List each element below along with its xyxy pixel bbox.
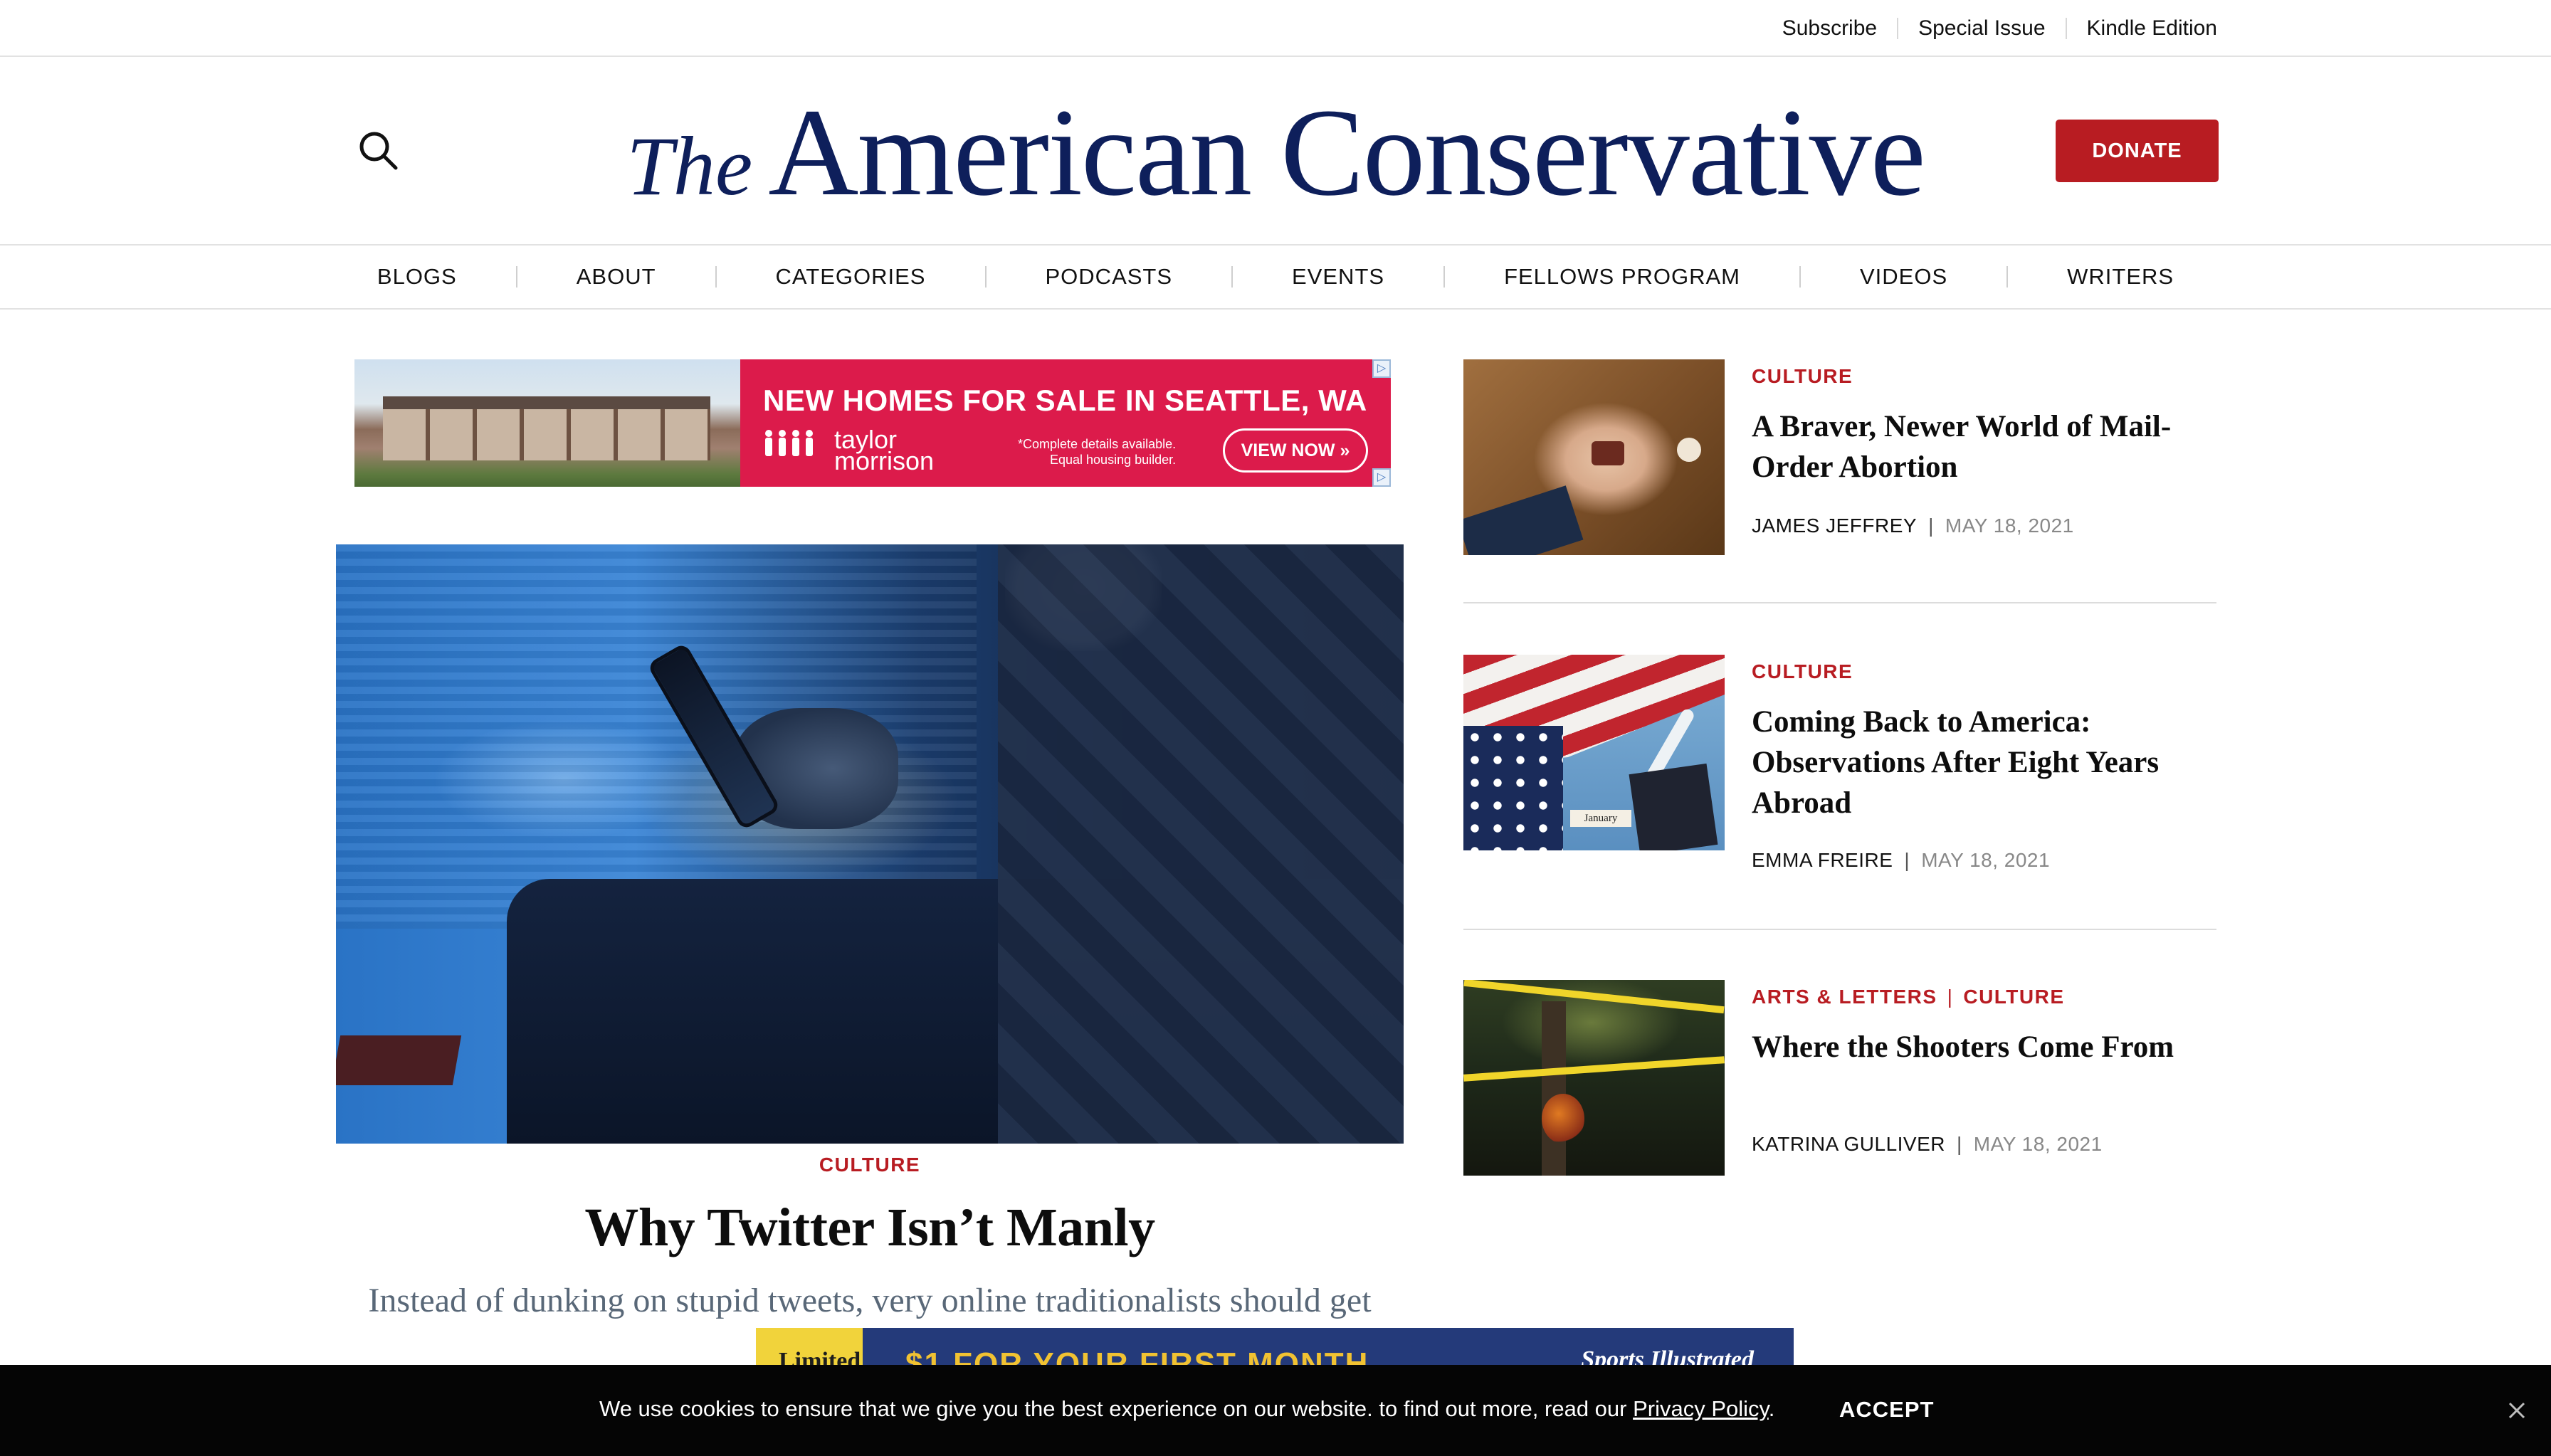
story-date: MAY 18, 2021 [1945,515,2074,537]
thumb-police-tape [1463,1056,1725,1082]
cookie-message-text: We use cookies to ensure that we give yo… [599,1396,1634,1421]
cookie-message: We use cookies to ensure that we give yo… [599,1396,1774,1422]
sidebar-story: January CULTURE Coming Back to America: … [1463,655,2216,871]
story-title[interactable]: Coming Back to America: Observations Aft… [1752,702,2214,823]
ad-headline: NEW HOMES FOR SALE IN SEATTLE, WA [763,384,1367,417]
main-nav: BLOGS ABOUT CATEGORIES PODCASTS EVENTS F… [0,244,2551,310]
taylor-morrison-logo-icon [763,429,819,460]
ad-fine-print-line1: *Complete details available. [1018,437,1177,451]
ad-house-image [354,359,740,487]
story-category: CULTURE [1752,365,1853,388]
feature-title[interactable]: Why Twitter Isn’t Manly [336,1197,1404,1259]
thumb-passport [1629,763,1718,850]
meta-separator: | [1957,1133,1962,1155]
feature-image-person [998,544,1404,1144]
ad-choices-icon[interactable]: ▷ [1372,359,1391,378]
nav-item-writers[interactable]: WRITERS [2006,265,2233,287]
feature-image[interactable] [336,544,1404,1144]
story-author[interactable]: JAMES JEFFREY [1752,515,1917,537]
story-divider [1463,602,2216,603]
accept-cookies-button[interactable]: ACCEPT [1839,1393,1934,1426]
thumb-pill-pack [1592,441,1624,465]
thumb-sleeve [1463,485,1584,555]
ad-copy: NEW HOMES FOR SALE IN SEATTLE, WA taylor… [740,359,1391,487]
nav-item-blogs[interactable]: BLOGS [318,265,516,287]
story-category-link[interactable]: CULTURE [1752,365,1853,387]
ad-brand-text: taylor morrison [834,427,935,475]
nav-item-fellows-program[interactable]: FELLOWS PROGRAM [1443,265,1799,287]
feature-category[interactable]: CULTURE [336,1154,1404,1176]
story-author[interactable]: KATRINA GULLIVER [1752,1133,1945,1155]
category-separator: | [1947,986,1954,1008]
kindle-edition-link[interactable]: Kindle Edition [2065,18,2217,39]
subscribe-link[interactable]: Subscribe [1762,18,1897,39]
story-date: MAY 18, 2021 [1921,849,2051,871]
story-thumbnail[interactable]: January [1463,655,1725,850]
utility-bar: Subscribe Special Issue Kindle Edition [0,0,2551,57]
story-thumbnail[interactable] [1463,980,1725,1176]
thumb-flowers [1542,1094,1584,1144]
feature-image-book [336,1035,462,1085]
thumb-police-tape [1463,980,1725,1014]
logo-prefix: The [626,120,753,213]
story-author[interactable]: EMMA FREIRE [1752,849,1893,871]
story-meta: KATRINA GULLIVER | MAY 18, 2021 [1752,1133,2103,1156]
sidebar-story: ARTS & LETTERS | CULTURE Where the Shooter… [1463,980,2216,1176]
story-category-link[interactable]: CULTURE [1963,986,2064,1008]
special-issue-link[interactable]: Special Issue [1897,18,2065,39]
close-icon[interactable] [2504,1398,2530,1423]
story-category-link[interactable]: ARTS & LETTERS [1752,986,1937,1008]
ad-townhouses [383,396,710,460]
story-title[interactable]: A Braver, Newer World of Mail-Order Abor… [1752,406,2214,487]
privacy-policy-link[interactable]: Privacy Policy [1633,1396,1769,1421]
cookie-message-period: . [1768,1396,1775,1421]
meta-separator: | [1904,849,1910,871]
thumb-pill [1677,438,1701,462]
thumb-tree [1542,1001,1566,1176]
nav-item-videos[interactable]: VIDEOS [1799,265,2006,287]
ad-brand-line2: morrison [834,446,935,475]
story-thumbnail[interactable] [1463,359,1725,555]
thumb-flag-stars [1463,726,1563,850]
ad-view-now-button[interactable]: VIEW NOW » [1223,428,1368,473]
ad-choices-icon[interactable]: ▷ [1372,468,1391,487]
story-meta: JAMES JEFFREY | MAY 18, 2021 [1752,515,2074,537]
ad-banner[interactable]: NEW HOMES FOR SALE IN SEATTLE, WA taylor… [354,359,1391,487]
meta-separator: | [1928,515,1934,537]
story-divider [1463,929,2216,930]
ad-brand: taylor morrison [763,427,935,475]
story-category-link[interactable]: CULTURE [1752,660,1853,682]
masthead: The American Conservative DONATE [0,57,2551,245]
ad-fine-print-line2: Equal housing builder. [1050,453,1177,467]
ad-cta-label: VIEW NOW [1241,440,1335,460]
utility-links: Subscribe Special Issue Kindle Edition [1762,0,2217,57]
story-meta: EMMA FREIRE | MAY 18, 2021 [1752,849,2050,872]
chevron-double-right-icon: » [1340,440,1350,460]
nav-item-podcasts[interactable]: PODCASTS [984,265,1232,287]
nav-item-events[interactable]: EVENTS [1231,265,1443,287]
donate-button[interactable]: DONATE [2056,120,2219,182]
cookie-bar: We use cookies to ensure that we give yo… [0,1365,2551,1456]
story-category: CULTURE [1752,660,1853,683]
ad-fine-print: *Complete details available. Equal housi… [1018,436,1176,468]
nav-item-about[interactable]: ABOUT [515,265,715,287]
story-date: MAY 18, 2021 [1973,1133,2103,1155]
nav-item-categories[interactable]: CATEGORIES [715,265,985,287]
thumb-tag: January [1570,810,1631,827]
logo-name: American Conservative [768,83,1925,222]
story-title[interactable]: Where the Shooters Come From [1752,1027,2214,1067]
story-category: ARTS & LETTERS | CULTURE [1752,986,2065,1008]
sidebar-story: CULTURE A Braver, Newer World of Mail-Or… [1463,359,2216,555]
